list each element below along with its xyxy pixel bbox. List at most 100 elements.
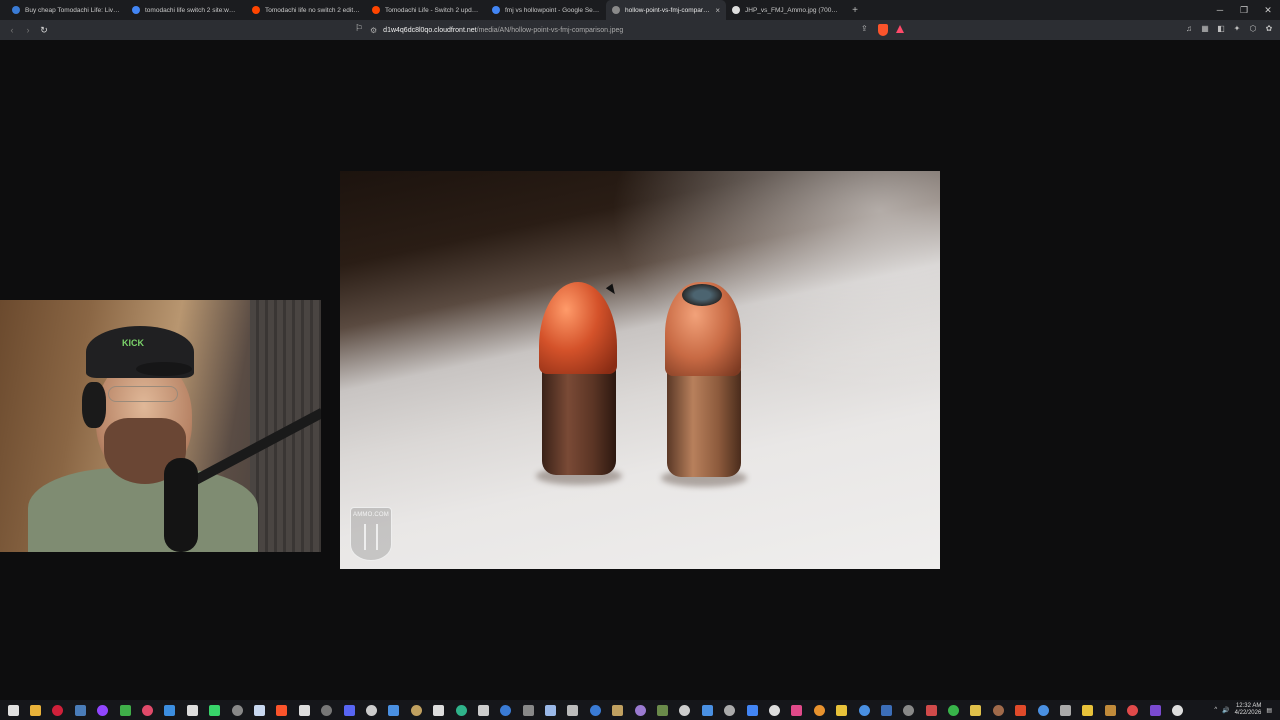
tab-title: Tomodachi Life - Switch 2 update? : xyxy=(385,6,480,14)
chrome-icon[interactable] xyxy=(24,700,46,720)
clock[interactable]: 12:32 AM 4/22/2026 xyxy=(1235,703,1262,717)
app-icon[interactable] xyxy=(786,700,808,720)
app-icon[interactable] xyxy=(1099,700,1121,720)
epic-icon[interactable] xyxy=(427,700,449,720)
app-icon[interactable] xyxy=(853,700,875,720)
windows-icon[interactable] xyxy=(2,700,24,720)
app-icon[interactable] xyxy=(159,700,181,720)
app-icon[interactable] xyxy=(383,700,405,720)
app-icon[interactable] xyxy=(1166,700,1188,720)
r-icon[interactable] xyxy=(539,700,561,720)
address-bar[interactable]: ⚙ d1w4q6dc8l0qo.cloudfront.net/media/AN/… xyxy=(370,23,910,37)
sound-icon[interactable]: 🔊 xyxy=(1222,707,1229,714)
extension-icon[interactable]: ⬡ xyxy=(1248,24,1258,35)
reload-button[interactable]: ↻ xyxy=(36,25,52,36)
app-icon[interactable] xyxy=(674,700,696,720)
close-window-button[interactable]: ✕ xyxy=(1256,0,1280,20)
app-icon[interactable] xyxy=(719,700,741,720)
app-icon[interactable] xyxy=(472,700,494,720)
google-icon[interactable] xyxy=(741,700,763,720)
folder-icon[interactable] xyxy=(1077,700,1099,720)
app-icon[interactable] xyxy=(942,700,964,720)
app-icon[interactable] xyxy=(1054,700,1076,720)
app-icon[interactable] xyxy=(136,700,158,720)
app-icon[interactable] xyxy=(808,700,830,720)
app-icon[interactable] xyxy=(920,700,942,720)
app-icon[interactable] xyxy=(651,700,673,720)
app-icon[interactable] xyxy=(405,700,427,720)
opera-icon[interactable] xyxy=(47,700,69,720)
reddit-icon xyxy=(252,6,260,14)
xbox-icon[interactable] xyxy=(114,700,136,720)
brave-icon[interactable] xyxy=(271,700,293,720)
app-icon[interactable] xyxy=(360,700,382,720)
bookmark-icon[interactable]: ⚐ xyxy=(354,23,364,36)
app-icon[interactable] xyxy=(562,700,584,720)
app-icon-glyph xyxy=(679,704,691,716)
tab-list: Buy cheap Tomodachi Life: Living the tomo… xyxy=(6,0,846,20)
share-icon[interactable]: ⇪ xyxy=(861,24,868,33)
edge-icon[interactable] xyxy=(450,700,472,720)
close-tab-icon[interactable]: × xyxy=(715,6,720,15)
app-icon[interactable] xyxy=(204,700,226,720)
tab-2[interactable]: Tomodachi life no switch 2 edition? xyxy=(246,0,366,20)
steam-icon[interactable] xyxy=(69,700,91,720)
google-icon xyxy=(132,6,140,14)
file-icon[interactable] xyxy=(248,700,270,720)
m-icon[interactable] xyxy=(1010,700,1032,720)
back-button[interactable]: ‹ xyxy=(4,25,20,35)
app-icon[interactable] xyxy=(987,700,1009,720)
extension-icon[interactable]: ◧ xyxy=(1216,24,1226,35)
new-tab-button[interactable]: + xyxy=(846,5,864,16)
app-icon-glyph xyxy=(365,704,377,716)
brave-rewards-icon[interactable] xyxy=(896,25,904,33)
extension-icon[interactable]: ✦ xyxy=(1232,24,1242,35)
app-icon[interactable] xyxy=(898,700,920,720)
app-icon[interactable] xyxy=(763,700,785,720)
app-icon[interactable] xyxy=(584,700,606,720)
app-icon[interactable] xyxy=(315,700,337,720)
discord-icon[interactable] xyxy=(338,700,360,720)
app-icon-glyph xyxy=(836,704,848,716)
app-icon[interactable] xyxy=(1144,700,1166,720)
app-icon-glyph xyxy=(1104,704,1116,716)
twitch-icon[interactable] xyxy=(92,700,114,720)
tab-0[interactable]: Buy cheap Tomodachi Life: Living the xyxy=(6,0,126,20)
clock-time: 12:32 AM xyxy=(1235,703,1262,709)
app-icon[interactable] xyxy=(830,700,852,720)
app-icon[interactable] xyxy=(1032,700,1054,720)
extension-icon[interactable]: ♫ xyxy=(1184,24,1194,35)
app-icon[interactable] xyxy=(517,700,539,720)
app-icon[interactable] xyxy=(875,700,897,720)
image-viewer[interactable]: AMMO.COM xyxy=(340,171,940,569)
extension-icon[interactable]: ▦ xyxy=(1200,24,1210,35)
tab-3[interactable]: Tomodachi Life - Switch 2 update? : xyxy=(366,0,486,20)
app-icon[interactable] xyxy=(607,700,629,720)
tab-4[interactable]: fmj vs hollowpoint - Google Search xyxy=(486,0,606,20)
notification-icon[interactable]: ▤ xyxy=(1266,707,1272,714)
tab-6[interactable]: JHP_vs_FMJ_Ammo.jpg (700×530) xyxy=(726,0,846,20)
app-icon[interactable] xyxy=(965,700,987,720)
forward-button[interactable]: › xyxy=(20,25,36,35)
restore-button[interactable]: ❐ xyxy=(1232,0,1256,20)
tab-5[interactable]: hollow-point-vs-fmj-comparison × xyxy=(606,0,726,20)
app-icon[interactable] xyxy=(495,700,517,720)
app-icon[interactable] xyxy=(696,700,718,720)
brave-shield-icon[interactable] xyxy=(878,24,888,36)
z-icon[interactable] xyxy=(181,700,203,720)
logo-mark-icon xyxy=(364,524,378,550)
site-info-icon[interactable]: ⚙ xyxy=(370,26,377,35)
app-icon[interactable] xyxy=(1122,700,1144,720)
hollowpoint-cavity xyxy=(682,284,722,306)
chrome-icon-glyph xyxy=(30,704,42,716)
app-icon[interactable] xyxy=(629,700,651,720)
obs-icon[interactable] xyxy=(293,700,315,720)
wiki-icon xyxy=(732,6,740,14)
tab-strip: Buy cheap Tomodachi Life: Living the tomo… xyxy=(0,0,1280,20)
tray-chevron-icon[interactable]: ^ xyxy=(1214,707,1217,713)
tab-1[interactable]: tomodachi life switch 2 site:www.red xyxy=(126,0,246,20)
app-icon[interactable] xyxy=(226,700,248,720)
extension-icon[interactable]: ✿ xyxy=(1264,24,1274,35)
app-icon-glyph xyxy=(925,704,937,716)
minimize-button[interactable]: ─ xyxy=(1208,0,1232,20)
